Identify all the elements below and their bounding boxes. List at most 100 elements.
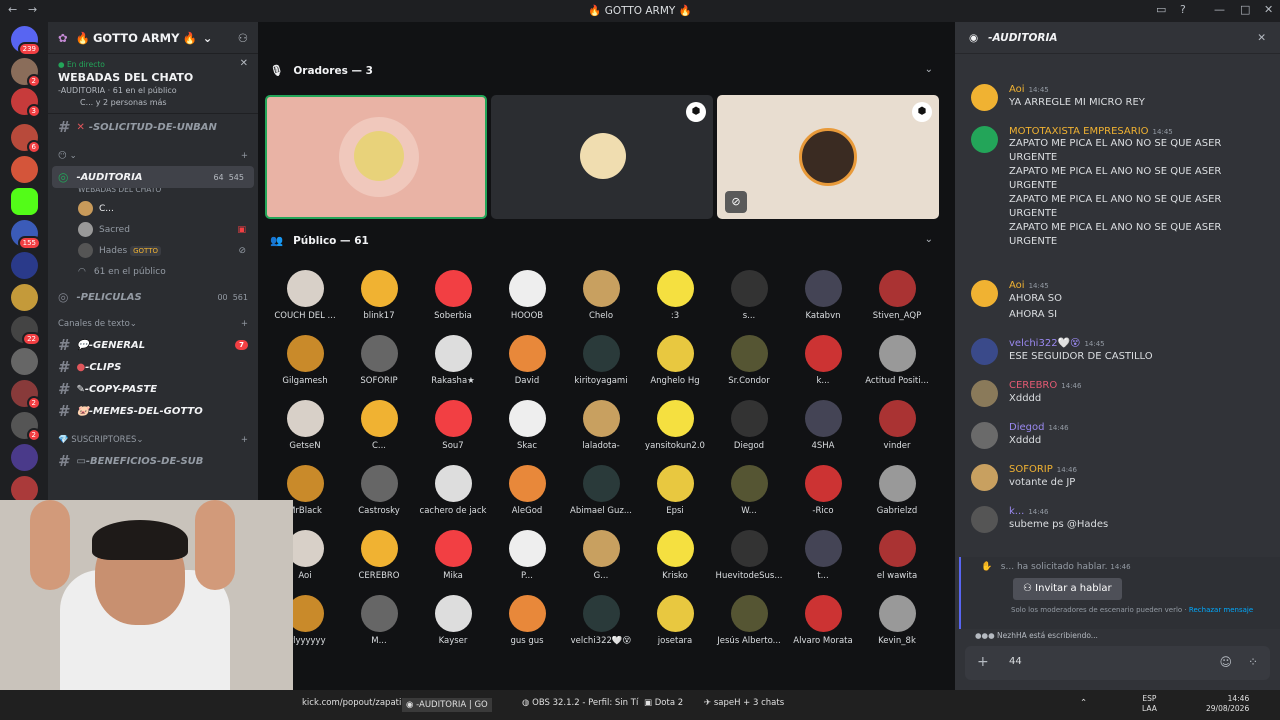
audience-member[interactable]: Alvaro Morata bbox=[786, 595, 860, 646]
avatar[interactable] bbox=[971, 464, 998, 491]
avatar[interactable] bbox=[971, 506, 998, 533]
invite-to-speak-button[interactable]: ⚇ Invitar a hablar bbox=[1013, 578, 1122, 600]
audience-member[interactable]: Epsi bbox=[638, 465, 712, 516]
audience-member[interactable]: CEREBRO bbox=[342, 530, 416, 581]
audience-member[interactable]: Rakasha★ bbox=[416, 335, 490, 386]
audience-member[interactable]: C... bbox=[342, 400, 416, 451]
audience-member[interactable]: Gabrielzd bbox=[860, 465, 934, 516]
author-name[interactable]: Diegod bbox=[1009, 422, 1044, 433]
audience-member[interactable]: P... bbox=[490, 530, 564, 581]
audience-member[interactable]: Actitud Positi... bbox=[860, 335, 934, 386]
server-icon[interactable] bbox=[11, 284, 38, 311]
add-member-icon[interactable]: ⚇ bbox=[238, 31, 248, 45]
audience-member[interactable]: gus gus bbox=[490, 595, 564, 646]
server-icon[interactable] bbox=[11, 444, 38, 471]
audience-member[interactable]: josetara bbox=[638, 595, 712, 646]
tray-chevron-icon[interactable]: ⌃ bbox=[1080, 698, 1087, 708]
audience-member[interactable]: COUCH DEL ... bbox=[268, 270, 342, 321]
language-indicator[interactable]: ESP LAA bbox=[1142, 694, 1157, 714]
audience-member[interactable]: vinder bbox=[860, 400, 934, 451]
audience-member[interactable]: s... bbox=[712, 270, 786, 321]
server-icon[interactable]: 2 bbox=[11, 58, 41, 88]
speaker-tile[interactable] bbox=[265, 95, 487, 219]
audience-member[interactable]: Castrosky bbox=[342, 465, 416, 516]
audience-member[interactable]: Gilgamesh bbox=[268, 335, 342, 386]
audience-member[interactable]: Diegod bbox=[712, 400, 786, 451]
audience-member[interactable]: el wawita bbox=[860, 530, 934, 581]
stage-channel-auditoria[interactable]: ◎ -AUDITORIA 64 545 bbox=[52, 166, 254, 188]
kick-server-icon[interactable] bbox=[11, 188, 38, 215]
audience-member[interactable]: HOOOB bbox=[490, 270, 564, 321]
server-header[interactable]: ✿ 🔥 GOTTO ARMY 🔥 ⌄ ⚇ bbox=[48, 22, 258, 54]
apps-icon[interactable]: ⁘ bbox=[1248, 655, 1258, 669]
close-icon[interactable]: ✕ bbox=[1257, 32, 1266, 44]
clock[interactable]: 14:46 29/08/2026 bbox=[1206, 694, 1249, 714]
chevron-down-icon[interactable]: ⌄ bbox=[925, 234, 933, 245]
audience-member[interactable]: GetseN bbox=[268, 400, 342, 451]
audience-member[interactable]: Stiven_AQP bbox=[860, 270, 934, 321]
audience-member[interactable]: Sr.Condor bbox=[712, 335, 786, 386]
server-icon[interactable]: 2 bbox=[11, 380, 41, 410]
avatar[interactable] bbox=[971, 84, 998, 111]
audience-member[interactable]: laladota- bbox=[564, 400, 638, 451]
audience-member[interactable]: Kayser bbox=[416, 595, 490, 646]
audience-member[interactable]: AleGod bbox=[490, 465, 564, 516]
server-icon[interactable] bbox=[11, 348, 38, 375]
audience-member[interactable]: t... bbox=[786, 530, 860, 581]
home-icon[interactable]: 239 bbox=[11, 26, 41, 56]
audience-member[interactable]: kiritoyagami bbox=[564, 335, 638, 386]
avatar[interactable] bbox=[971, 338, 998, 365]
close-icon[interactable]: ✕ bbox=[240, 58, 248, 69]
stage-member[interactable]: C... bbox=[48, 198, 258, 219]
audience-member[interactable]: cachero de jack bbox=[416, 465, 490, 516]
stage-audience-count[interactable]: ◠ 61 en el público bbox=[48, 261, 258, 282]
author-name[interactable]: k... bbox=[1009, 506, 1024, 517]
audience-member[interactable]: M... bbox=[342, 595, 416, 646]
taskbar-item[interactable]: ▣ Dota 2 bbox=[644, 698, 683, 708]
speaker-tile[interactable]: ⬢ ⊘ bbox=[717, 95, 939, 219]
channel-copy-paste[interactable]: # ✎ -COPY-PASTE bbox=[48, 378, 258, 400]
maximize-icon[interactable]: □ bbox=[1240, 3, 1250, 16]
audience-member[interactable]: W... bbox=[712, 465, 786, 516]
close-window-icon[interactable]: ✕ bbox=[1264, 3, 1273, 16]
message-input[interactable]: + 44 ☺ ⁘ bbox=[965, 646, 1270, 680]
author-name[interactable]: Aoi bbox=[1009, 280, 1025, 291]
server-icon[interactable]: 155 bbox=[11, 220, 41, 250]
stage-member[interactable]: Sacred ▣ bbox=[48, 219, 258, 240]
audience-member[interactable]: G... bbox=[564, 530, 638, 581]
add-attachment-icon[interactable]: + bbox=[977, 654, 989, 670]
audience-member[interactable]: Katabvn bbox=[786, 270, 860, 321]
server-icon[interactable] bbox=[11, 156, 38, 183]
audience-member[interactable]: Soberbia bbox=[416, 270, 490, 321]
channel-memes[interactable]: # 🐷 -MEMES-DEL-GOTTO bbox=[48, 400, 258, 422]
author-name[interactable]: CEREBRO bbox=[1009, 380, 1057, 391]
audience-member[interactable]: Krisko bbox=[638, 530, 712, 581]
audience-member[interactable]: yansitokun2.0 bbox=[638, 400, 712, 451]
inbox-icon[interactable]: ▭ bbox=[1156, 3, 1166, 16]
audience-member[interactable]: k... bbox=[786, 335, 860, 386]
audience-member[interactable]: Chelo bbox=[564, 270, 638, 321]
avatar[interactable] bbox=[971, 380, 998, 407]
audience-member[interactable]: 4SHA bbox=[786, 400, 860, 451]
author-name[interactable]: velchi322🤍😵 bbox=[1009, 338, 1080, 349]
audience-member[interactable]: Kevin_8k bbox=[860, 595, 934, 646]
server-icon[interactable] bbox=[11, 252, 38, 279]
audience-member[interactable]: blink17 bbox=[342, 270, 416, 321]
subscribers-category[interactable]: 💎 SUSCRIPTORES ⌄ + bbox=[48, 430, 258, 450]
emoji-icon[interactable]: ☺ bbox=[1219, 655, 1232, 669]
taskbar-item[interactable]: ✈ sapeH + 3 chats bbox=[704, 698, 784, 708]
channel-beneficios[interactable]: # ▭ -BENEFICIOS-DE-SUB bbox=[48, 450, 258, 472]
audience-member[interactable]: Skac bbox=[490, 400, 564, 451]
stage-channel-peliculas[interactable]: ◎ -PELICULAS 00 561 bbox=[48, 286, 258, 308]
chevron-down-icon[interactable]: ⌄ bbox=[925, 64, 933, 75]
live-event-panel[interactable]: ● En directo WEBADAS DEL CHATO -AUDITORI… bbox=[48, 54, 258, 114]
server-icon[interactable]: 3 bbox=[11, 88, 41, 118]
server-icon[interactable]: 22 bbox=[11, 316, 41, 346]
speaker-tile[interactable]: ⬢ bbox=[491, 95, 713, 219]
audience-member[interactable]: :3 bbox=[638, 270, 712, 321]
avatar[interactable] bbox=[971, 126, 998, 153]
channel-clips[interactable]: # ● -CLIPS bbox=[48, 356, 258, 378]
add-channel-icon[interactable]: + bbox=[241, 319, 248, 329]
server-icon[interactable]: 2 bbox=[11, 412, 41, 442]
category-header[interactable]: 😶 ⌄ + bbox=[48, 146, 258, 166]
